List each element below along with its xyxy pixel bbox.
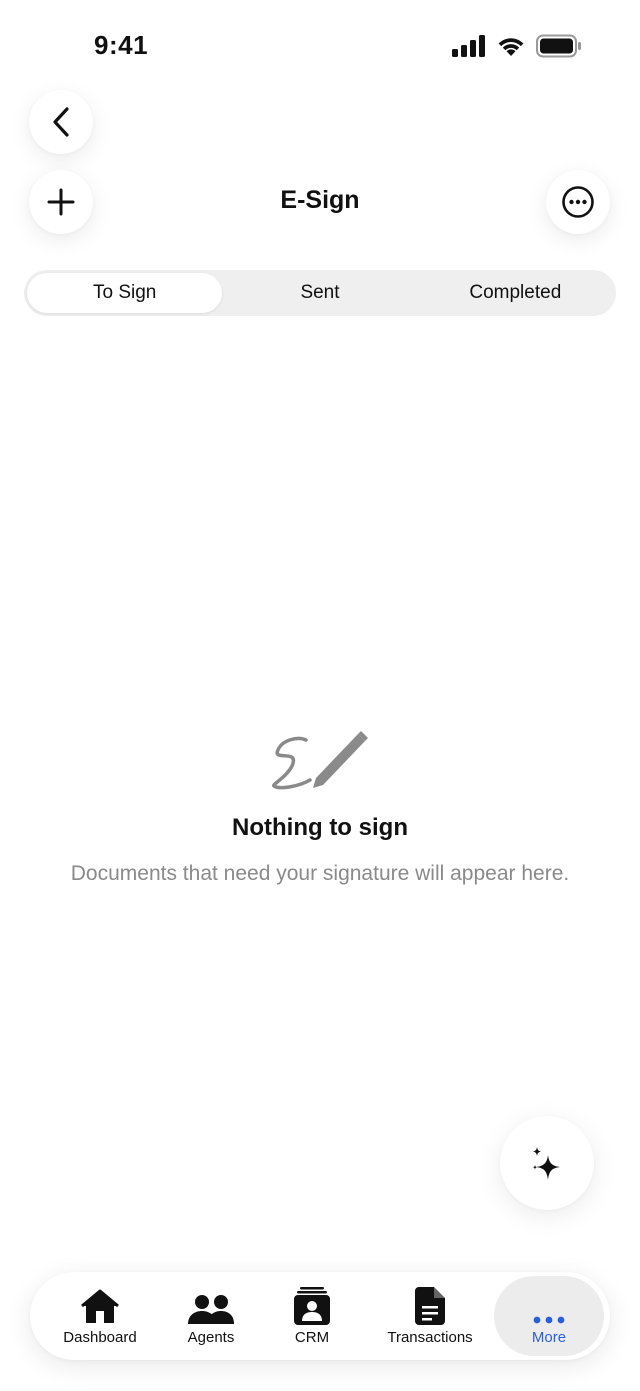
signature-pen-icon bbox=[272, 731, 368, 790]
ai-assistant-button[interactable] bbox=[500, 1116, 594, 1210]
ellipsis-circle-icon bbox=[562, 186, 594, 218]
sparkles-icon bbox=[533, 1147, 560, 1180]
tab-bar: To Sign Sent Completed bbox=[24, 270, 616, 316]
nav-label: Dashboard bbox=[63, 1328, 137, 1346]
tab-to-sign[interactable]: To Sign bbox=[27, 273, 223, 313]
ellipsis-icon bbox=[533, 1316, 565, 1323]
status-icons bbox=[452, 34, 582, 58]
bottom-navigation: Dashboard Agents CRM Transactions More bbox=[30, 1272, 610, 1360]
nav-label: Agents bbox=[187, 1328, 235, 1346]
more-options-button[interactable] bbox=[546, 170, 610, 234]
nav-item-agents[interactable]: Agents bbox=[156, 1272, 266, 1360]
wifi-icon bbox=[498, 38, 524, 56]
contact-card-icon bbox=[294, 1286, 330, 1325]
page-title: E-Sign bbox=[280, 186, 360, 214]
nav-label: CRM bbox=[294, 1328, 330, 1346]
back-button[interactable] bbox=[29, 90, 93, 154]
e-sign-screen: 9:41 E-Sign To Sign Sent Completed Nothi… bbox=[0, 0, 640, 1391]
nav-item-transactions[interactable]: Transactions bbox=[374, 1272, 486, 1360]
empty-state-description: Documents that need your signature will … bbox=[70, 862, 570, 885]
status-time: 9:41 bbox=[94, 30, 149, 60]
nav-label: Transactions bbox=[387, 1328, 473, 1346]
nav-label: More bbox=[531, 1328, 567, 1346]
battery-icon bbox=[536, 34, 581, 58]
nav-item-more[interactable]: More bbox=[494, 1276, 604, 1356]
people-icon bbox=[188, 1294, 234, 1324]
home-icon bbox=[81, 1289, 119, 1323]
cellular-signal-icon bbox=[452, 35, 485, 57]
nav-item-crm[interactable]: CRM bbox=[266, 1272, 358, 1360]
document-icon bbox=[415, 1286, 445, 1325]
nav-item-dashboard[interactable]: Dashboard bbox=[44, 1272, 156, 1360]
empty-state-title: Nothing to sign bbox=[232, 814, 408, 841]
chevron-left-icon bbox=[53, 107, 69, 137]
tab-sent[interactable]: Sent bbox=[222, 273, 417, 313]
tab-completed[interactable]: Completed bbox=[418, 273, 613, 313]
